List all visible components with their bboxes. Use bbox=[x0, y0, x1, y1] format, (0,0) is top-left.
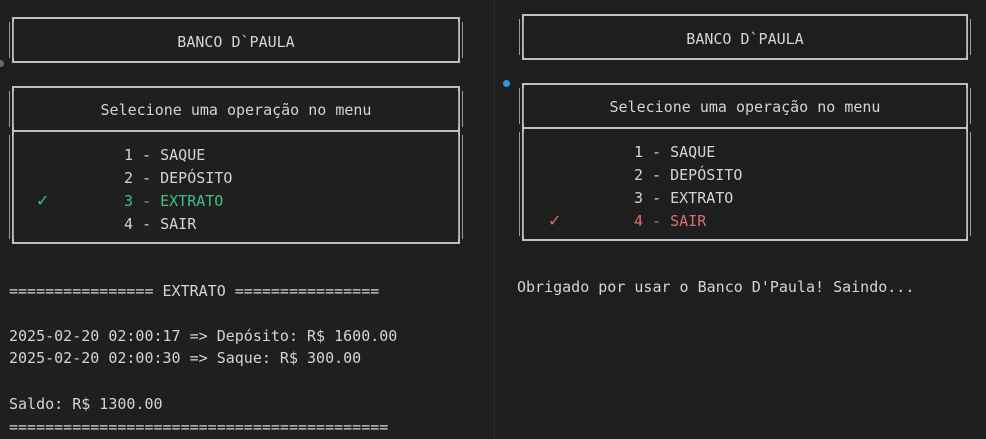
prompt-box: Selecione uma operação no menu bbox=[519, 83, 971, 129]
menu-item-saque[interactable]: 1 - SAQUE bbox=[634, 143, 715, 161]
check-icon: ✓ bbox=[36, 191, 50, 210]
prompt-box: Selecione uma operação no menu bbox=[9, 86, 463, 132]
bank-title: BANCO D`PAULA bbox=[686, 30, 804, 48]
menu-item-deposito[interactable]: 2 - DEPÓSITO bbox=[124, 169, 232, 187]
terminal-pane-right[interactable]: BANCO D`PAULA Selecione uma operação no … bbox=[495, 0, 986, 439]
saldo-line: Saldo: R$ 1300.00 bbox=[9, 395, 163, 413]
title-box: BANCO D`PAULA bbox=[9, 17, 463, 63]
terminal-pane-left[interactable]: BANCO D`PAULA Selecione uma operação no … bbox=[0, 0, 494, 439]
menu-item-deposito[interactable]: 2 - DEPÓSITO bbox=[634, 166, 742, 184]
menu-box: 1 - SAQUE 2 - DEPÓSITO 3 - EXTRATO ✓ 4 -… bbox=[519, 127, 971, 241]
title-box: BANCO D`PAULA bbox=[519, 14, 971, 60]
transaction-line: 2025-02-20 02:00:17 => Depósito: R$ 1600… bbox=[9, 327, 398, 345]
menu-prompt: Selecione uma operação no menu bbox=[100, 101, 372, 119]
menu-item-saque[interactable]: 1 - SAQUE bbox=[124, 146, 205, 164]
menu-item-extrato[interactable]: 3 - EXTRATO bbox=[634, 189, 733, 207]
extrato-footer: ========================================… bbox=[9, 418, 389, 436]
check-icon: ✓ bbox=[548, 211, 562, 230]
menu-item-sair[interactable]: 4 - SAIR bbox=[634, 212, 706, 230]
extrato-header: ================ EXTRATO ===============… bbox=[9, 282, 380, 300]
menu-box: 1 - SAQUE 2 - DEPÓSITO ✓ 3 - EXTRATO 4 -… bbox=[9, 130, 463, 244]
menu-prompt: Selecione uma operação no menu bbox=[609, 98, 881, 116]
goodbye-message: Obrigado por usar o Banco D'Paula! Saind… bbox=[517, 278, 915, 296]
menu-item-sair[interactable]: 4 - SAIR bbox=[124, 215, 196, 233]
bank-title: BANCO D`PAULA bbox=[177, 33, 295, 51]
gutter-marker-icon bbox=[503, 80, 510, 87]
gutter-marker-icon bbox=[0, 60, 4, 67]
menu-item-extrato[interactable]: 3 - EXTRATO bbox=[124, 192, 223, 210]
transaction-line: 2025-02-20 02:00:30 => Saque: R$ 300.00 bbox=[9, 349, 362, 367]
